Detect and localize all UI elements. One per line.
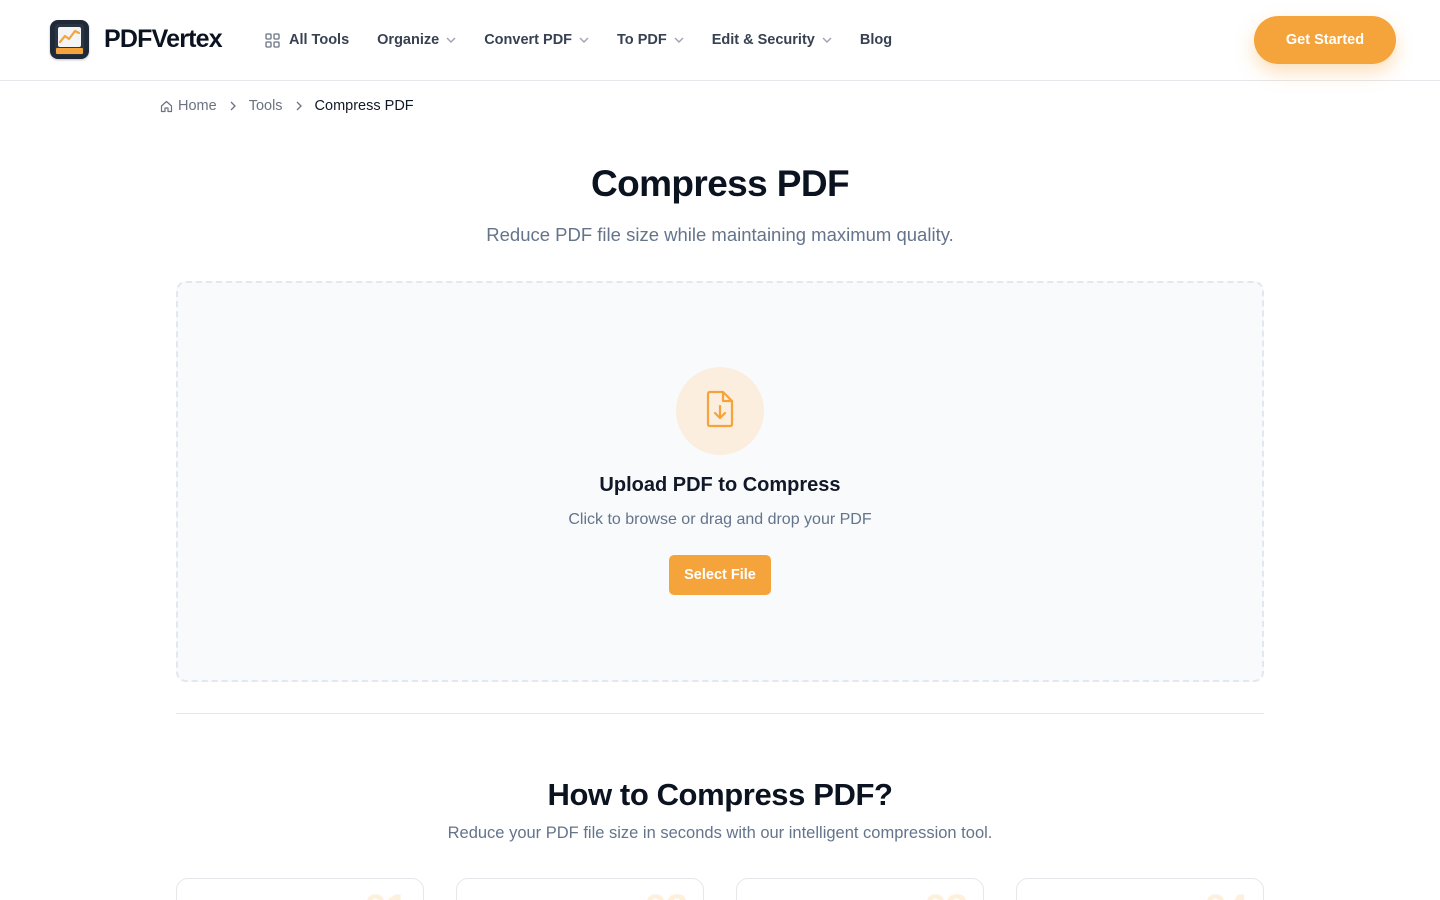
chevron-down-icon <box>579 37 589 43</box>
section-divider <box>176 713 1264 714</box>
get-started-button[interactable]: Get Started <box>1254 16 1396 64</box>
step-card: 02 <box>456 878 704 900</box>
logo-icon <box>50 20 89 59</box>
how-to-title: How to Compress PDF? <box>547 777 893 812</box>
nav-organize[interactable]: Organize <box>377 32 456 48</box>
chevron-down-icon <box>446 37 456 43</box>
step-number: 02 <box>645 887 688 900</box>
nav-label: Edit & Security <box>711 32 815 48</box>
nav-convert-pdf[interactable]: Convert PDF <box>484 32 589 48</box>
breadcrumb: Home Tools Compress PDF <box>160 98 414 114</box>
step-card: 01 <box>176 878 424 900</box>
step-card: 03 <box>736 878 984 900</box>
page-subtitle: Reduce PDF file size while maintaining m… <box>486 224 954 245</box>
page-title: Compress PDF <box>590 163 850 204</box>
step-card: 04 <box>1016 878 1264 900</box>
nav-label: Convert PDF <box>484 32 573 48</box>
grid-icon <box>265 32 280 48</box>
step-number: 01 <box>365 887 408 900</box>
nav-label: Blog <box>859 32 893 48</box>
step-number: 03 <box>925 887 968 900</box>
breadcrumb-home[interactable]: Home <box>160 98 217 114</box>
site-header: PDFVertex All Tools Organize Convert PDF <box>0 0 1440 81</box>
brand-logo-link[interactable]: PDFVertex <box>50 20 223 59</box>
nav-to-pdf[interactable]: To PDF <box>617 32 684 48</box>
upload-subtitle: Click to browse or drag and drop your PD… <box>568 511 872 528</box>
file-download-icon <box>704 390 736 433</box>
chevron-down-icon <box>674 37 684 43</box>
home-icon <box>160 100 173 113</box>
upload-title: Upload PDF to Compress <box>599 474 841 496</box>
nav-all-tools[interactable]: All Tools <box>265 32 349 48</box>
nav-label: All Tools <box>289 32 350 48</box>
breadcrumb-home-label: Home <box>178 98 217 114</box>
brand-name: PDFVertex <box>104 25 223 53</box>
chevron-down-icon <box>822 37 832 43</box>
nav-label: Organize <box>377 32 440 48</box>
chevron-right-icon <box>230 101 236 111</box>
nav-label: To PDF <box>617 32 667 48</box>
breadcrumb-tools[interactable]: Tools <box>249 98 283 114</box>
upload-dropzone[interactable]: Upload PDF to Compress Click to browse o… <box>176 281 1264 682</box>
how-to-subtitle: Reduce your PDF file size in seconds wit… <box>447 824 993 842</box>
chevron-right-icon <box>296 101 302 111</box>
main-nav: All Tools Organize Convert PDF To PDF Ed… <box>265 30 920 50</box>
breadcrumb-current: Compress PDF <box>314 98 414 114</box>
select-file-button[interactable]: Select File <box>669 555 771 595</box>
upload-icon-circle <box>676 367 764 455</box>
nav-blog[interactable]: Blog <box>860 32 892 48</box>
step-number: 04 <box>1205 887 1248 900</box>
nav-edit-security[interactable]: Edit & Security <box>712 32 832 48</box>
